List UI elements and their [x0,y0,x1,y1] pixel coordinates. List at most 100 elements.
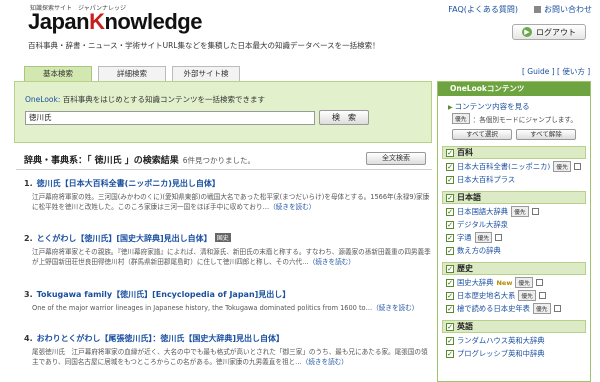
category-history[interactable]: ✓ 歴史 [442,262,586,275]
read-more-link[interactable]: （続きを読む） [302,358,348,366]
priority-tag[interactable]: 優先 [553,161,571,172]
guide-links[interactable]: [ Guide ] [ 使い方 ] [522,66,590,77]
source-item[interactable]: ✓ 日本国語大辞典 優先 [438,204,590,217]
category-encyclopedia[interactable]: ✓ 百科 [442,146,586,159]
source-item[interactable]: ✓ 檜で読める日本史年表 優先 [438,301,590,314]
result-title-text: 徳川氏【日本大百科全書(ニッポニカ)見出し自体】 [36,179,220,188]
source-item[interactable]: ✓ 日本大百科全書(ニッポニカ) 優先 [438,159,590,172]
full-text-search-button[interactable]: 全文検索 [366,152,426,165]
popup-icon[interactable] [553,305,561,312]
checkbox[interactable]: ✓ [446,175,454,184]
result-item: 1. 徳川氏【日本大百科全書(ニッポニカ)見出し自体】 江戸幕府将軍家の姓。三河国… [24,178,434,212]
priority-tag[interactable]: 優先 [515,277,533,288]
result-title-1[interactable]: 1. 徳川氏【日本大百科全書(ニッポニカ)見出し自体】 [24,178,434,189]
priority-tag[interactable]: 優先 [511,206,529,217]
checkbox[interactable]: ✓ [446,322,454,331]
category-english[interactable]: ✓ 英語 [442,320,586,333]
priority-tag[interactable]: 優先 [474,232,493,243]
source-label: 国史大辞典 [457,277,494,287]
category-label: 日本語 [457,193,481,202]
source-item[interactable]: ✓ 日本大百科プラス [438,172,590,185]
faq-link-label: FAQ(よくある質問) [448,5,518,14]
source-item[interactable]: ✓ 数え方の辞典 [438,243,590,256]
checkbox[interactable]: ✓ [446,207,454,216]
deselect-all-button[interactable]: すべて解除 [516,129,576,140]
content-info-link[interactable]: ▶ コンテンツ内容を見る [438,96,590,112]
read-more-link[interactable]: （続きを読む） [309,258,355,266]
category-label: 百科 [457,148,473,157]
result-title-text: とくがわし【徳川氏】[国史大辞典]見出し自体】 [36,234,212,243]
onelook-label[interactable]: OneLook: [25,95,60,104]
source-label: 日本歴史地名大系 [457,290,516,300]
result-title-3[interactable]: 3. Tokugawa family【徳川氏】[Encyclopedia of J… [24,289,434,300]
tab-basic-search[interactable]: 基本検索 [24,66,92,81]
sidebar-note-text: ：各個別モードにジャンプします。 [472,115,577,124]
contact-link[interactable]: お問い合わせ [534,4,592,15]
content-info-link-label: コンテンツ内容を見る [454,102,530,111]
checkbox[interactable]: ✓ [446,193,454,202]
result-item: 2. とくがわし【徳川氏】[国史大辞典]見出し自体】 国史 江戸幕府将軍家とその親族… [24,233,434,267]
select-all-button[interactable]: すべて選択 [452,129,512,140]
priority-tag[interactable]: 優先 [518,290,536,301]
checkbox[interactable]: ✓ [446,233,454,242]
faq-link[interactable]: FAQ(よくある質問) [448,4,518,15]
source-label: 日本国語大辞典 [457,206,509,216]
popup-icon[interactable] [535,279,543,286]
source-label: ランダムハウス英和大辞典 [457,335,545,345]
checkbox[interactable]: ✓ [446,148,454,157]
checkbox[interactable]: ✓ [446,336,454,345]
tab-external-search[interactable]: 外部サイト検索 [172,66,240,92]
source-label: デジタル大辞泉 [457,219,508,229]
checkbox[interactable]: ✓ [446,291,454,300]
category-label: 歴史 [457,264,473,273]
checkbox[interactable]: ✓ [446,162,454,171]
source-badge: 国史 [214,233,231,242]
result-snippet: 江戸幕府将軍家とその親族。『徳川幕府家譜』によれば、清和源氏、新田氏の末裔と称す… [24,247,434,267]
result-number: 4. [24,334,33,343]
checkbox[interactable]: ✓ [446,278,454,287]
source-item[interactable]: ✓ デジタル大辞泉 [438,217,590,230]
popup-icon[interactable] [573,163,581,170]
search-description-text: 百科事典をはじめとする知識コンテンツを一括検索できます [60,95,266,104]
source-item[interactable]: ✓ 日本歴史地名大系 優先 [438,288,590,301]
checkbox[interactable]: ✓ [446,349,454,358]
checkbox[interactable]: ✓ [446,220,454,229]
tab-advanced-search[interactable]: 詳細検索 [98,66,166,81]
result-title-4[interactable]: 4. おわりとくがわし【尾張徳川氏】：徳川氏【国史大辞典]見出し自体】 [24,333,434,344]
source-item[interactable]: ✓ 国史大辞典 New 優先 [438,275,590,288]
checkbox[interactable]: ✓ [446,246,454,255]
result-item: 3. Tokugawa family【徳川氏】[Encyclopedia of J… [24,289,434,313]
snippet-text: 尾張徳川氏 江戸幕府将軍家の血縁が近く、大名の中でも最も格式が高いとされた「御三… [32,348,428,366]
selection-buttons: すべて選択 すべて解除 [438,124,590,140]
result-title-2[interactable]: 2. とくがわし【徳川氏】[国史大辞典]見出し自体】 国史 [24,233,434,244]
arrow-right-icon: ▶ [522,27,532,37]
read-more-link[interactable]: （続きを読む） [269,203,315,211]
result-title-text: Tokugawa family【徳川氏】[Encyclopedia of Jap… [36,290,291,299]
search-input[interactable]: 徳川氏 [25,111,315,125]
source-label: 字通 [457,232,472,242]
popup-icon[interactable] [495,234,503,241]
results-heading: 辞典・事典系：「 徳川氏 」の検索結果 6件見つかりました。 [24,153,255,166]
popup-icon[interactable] [538,292,546,299]
category-japanese[interactable]: ✓ 日本語 [442,191,586,204]
checkbox[interactable]: ✓ [446,264,454,273]
source-item[interactable]: ✓ 字通 優先 [438,230,590,243]
search-button[interactable]: 検 索 [319,110,369,125]
snippet-text: 江戸幕府将軍家とその親族。『徳川幕府家譜』によれば、清和源氏、新田氏の末裔と称す… [32,248,431,266]
source-item[interactable]: ✓ プログレッシブ英和中辞典 [438,346,590,359]
site-logo[interactable]: JapanKnowledge [28,9,202,35]
source-label: プログレッシブ英和中辞典 [457,348,545,358]
priority-tag[interactable]: 優先 [532,303,551,314]
read-more-link[interactable]: （続きを読む） [372,304,418,312]
popup-icon[interactable] [531,208,539,215]
logout-button[interactable]: ▶ ログアウト [512,24,586,40]
logo-part-k: K [89,9,105,34]
result-title-text: おわりとくがわし【尾張徳川氏】：徳川氏【国史大辞典]見出し自体】 [36,334,285,343]
result-snippet: 江戸幕府将軍家の姓。三河国(みかわのくに)(愛知県東部)の戦国大名であった松平家… [24,192,434,212]
source-label: 檜で読める日本史年表 [457,303,530,313]
source-item[interactable]: ✓ ランダムハウス英和大辞典 [438,333,590,346]
result-number: 3. [24,290,33,299]
checkbox[interactable]: ✓ [446,304,454,313]
results-title: 辞典・事典系：「 徳川氏 」の検索結果 [24,156,179,166]
snippet-text: 江戸幕府将軍家の姓。三河国(みかわのくに)(愛知県東部)の戦国大名であった松平家… [32,193,430,211]
